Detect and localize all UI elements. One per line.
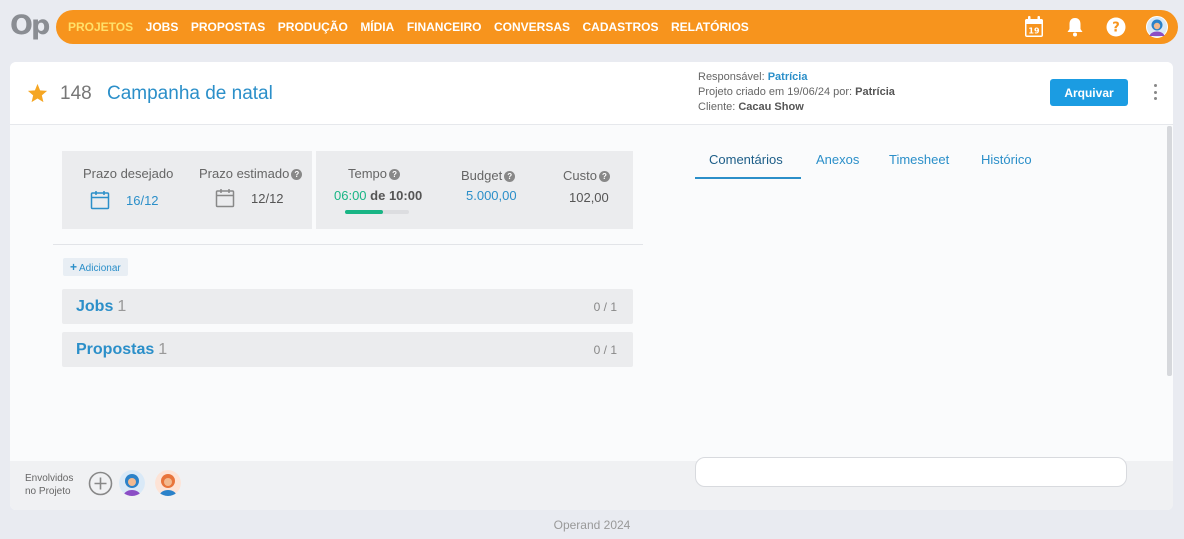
svg-text:19: 19	[1028, 27, 1040, 36]
add-member-icon[interactable]	[88, 471, 113, 496]
prazo-desejado-label: Prazo desejado	[83, 166, 174, 181]
nav-item-conversas[interactable]: CONVERSAS	[494, 20, 570, 34]
scrollbar[interactable]	[1167, 126, 1172, 376]
svg-text:?: ?	[1112, 21, 1120, 36]
operand-logo[interactable]: Op	[10, 10, 50, 41]
budget-value[interactable]: 5.000,00	[466, 188, 517, 203]
tempo-label: Tempo?	[348, 166, 401, 181]
help-icon[interactable]: ?	[291, 169, 303, 180]
prazo-desejado-value[interactable]: 16/12	[126, 193, 159, 208]
nav-item-midia[interactable]: MÍDIA	[360, 20, 394, 34]
user-avatar[interactable]	[1146, 16, 1168, 38]
active-tab-indicator	[695, 177, 801, 179]
custo-label: Custo?	[563, 168, 610, 183]
section-ratio: 0 / 1	[593, 300, 617, 314]
prazo-estimado-label: Prazo estimado?	[199, 166, 303, 181]
copyright: Operand 2024	[553, 518, 631, 532]
tempo-value: 06:00 de 10:00	[334, 188, 423, 203]
project-number: 148	[60, 83, 92, 104]
propostas-section[interactable]: Propostas 1 0 / 1	[62, 332, 633, 367]
project-header: 148 Campanha de natal Responsável: Patrí…	[10, 62, 1173, 125]
nav-item-financeiro[interactable]: FINANCEIRO	[407, 20, 482, 34]
deadlines-panel: Prazo desejado 16/12 Prazo estimado? 12/…	[62, 151, 312, 229]
nav-item-propostas[interactable]: PROPOSTAS	[191, 20, 265, 34]
cliente-name: Cacau Show	[738, 101, 804, 113]
star-icon[interactable]	[27, 83, 48, 108]
top-navigation: PROJETOS JOBS PROPOSTAS PRODUÇÃO MÍDIA F…	[56, 10, 1178, 44]
jobs-section[interactable]: Jobs 1 0 / 1	[62, 289, 633, 324]
project-title[interactable]: Campanha de natal	[107, 83, 273, 105]
bell-icon[interactable]	[1064, 16, 1086, 38]
responsavel-label: Responsável:	[698, 71, 765, 83]
help-icon[interactable]: ?	[504, 171, 516, 182]
nav-actions: 19 ?	[1004, 10, 1168, 44]
tab-historico[interactable]: Histórico	[981, 152, 1032, 167]
help-icon[interactable]: ?	[598, 171, 610, 182]
more-options-icon[interactable]	[1148, 82, 1162, 102]
nav-item-producao[interactable]: PRODUÇÃO	[278, 20, 348, 34]
nav-item-projetos[interactable]: PROJETOS	[68, 20, 133, 34]
calendar-icon	[215, 188, 235, 213]
criado-label: Projeto criado em 19/06/24 por:	[698, 86, 853, 98]
project-card: 148 Campanha de natal Responsável: Patrí…	[10, 62, 1173, 510]
tab-timesheet[interactable]: Timesheet	[889, 152, 949, 167]
nav-item-relatorios[interactable]: RELATÓRIOS	[671, 20, 749, 34]
nav-item-jobs[interactable]: JOBS	[146, 20, 179, 34]
envolvidos-label: Envolvidos no Projeto	[25, 473, 74, 497]
cliente-label: Cliente:	[698, 101, 736, 113]
custo-value: 102,00	[569, 190, 609, 205]
tempo-progress-fill	[345, 210, 384, 214]
help-icon[interactable]: ?	[389, 169, 401, 180]
prazo-estimado-value: 12/12	[251, 191, 284, 206]
budget-label: Budget?	[461, 168, 516, 183]
metrics-panel: Tempo? 06:00 de 10:00 Budget? 5.000,00 C…	[316, 151, 633, 229]
archive-button[interactable]: Arquivar	[1050, 79, 1128, 106]
criado-por: Patrícia	[855, 86, 895, 98]
help-icon[interactable]: ?	[1105, 16, 1127, 38]
nav-item-cadastros[interactable]: CADASTROS	[583, 20, 659, 34]
calendar-icon[interactable]: 19	[1023, 16, 1045, 38]
section-ratio: 0 / 1	[593, 343, 617, 357]
project-meta: Responsável: Patrícia Projeto criado em …	[698, 70, 895, 115]
responsavel-link[interactable]: Patrícia	[768, 71, 808, 83]
tab-anexos[interactable]: Anexos	[816, 152, 859, 167]
tempo-progress-bar	[345, 210, 409, 214]
add-button[interactable]: + Adicionar	[63, 258, 128, 276]
calendar-icon[interactable]	[90, 190, 110, 215]
section-title: Jobs 1	[76, 298, 127, 315]
member-avatar[interactable]	[119, 470, 145, 496]
divider	[53, 244, 643, 245]
member-avatar[interactable]	[155, 470, 181, 496]
tab-comentarios[interactable]: Comentários	[709, 152, 783, 167]
comment-input[interactable]	[695, 457, 1127, 487]
section-title: Propostas 1	[76, 341, 168, 358]
